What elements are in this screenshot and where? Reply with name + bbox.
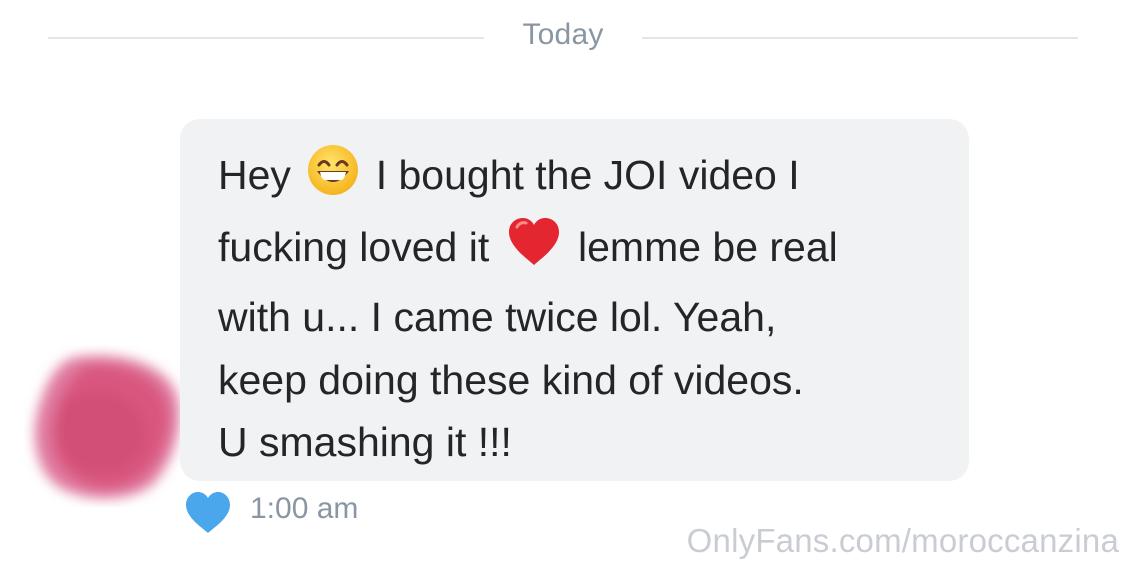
message-timestamp: 1:00 am xyxy=(250,492,359,525)
divider-line-left xyxy=(48,37,484,39)
divider-line-right xyxy=(642,37,1078,39)
avatar[interactable] xyxy=(24,345,190,507)
message-text-part-1: Hey xyxy=(218,152,303,198)
date-label: Today xyxy=(522,18,604,51)
watermark: OnlyFans.com/moroccanzina xyxy=(686,522,1119,559)
date-divider: Today xyxy=(48,14,1078,58)
heart-like-icon[interactable] xyxy=(184,491,232,535)
message-bubble[interactable]: Hey I bought the JOI video I fucking lov… xyxy=(180,119,969,481)
message-text: Hey I bought the JOI video I fucking lov… xyxy=(218,143,958,474)
avatar-blurred-image xyxy=(34,355,180,499)
red-heart-emoji-icon xyxy=(505,215,563,287)
chat-view: Today Hey I bought the JOI video I fucki… xyxy=(0,0,1125,567)
grinning-face-emoji-icon xyxy=(306,143,360,215)
